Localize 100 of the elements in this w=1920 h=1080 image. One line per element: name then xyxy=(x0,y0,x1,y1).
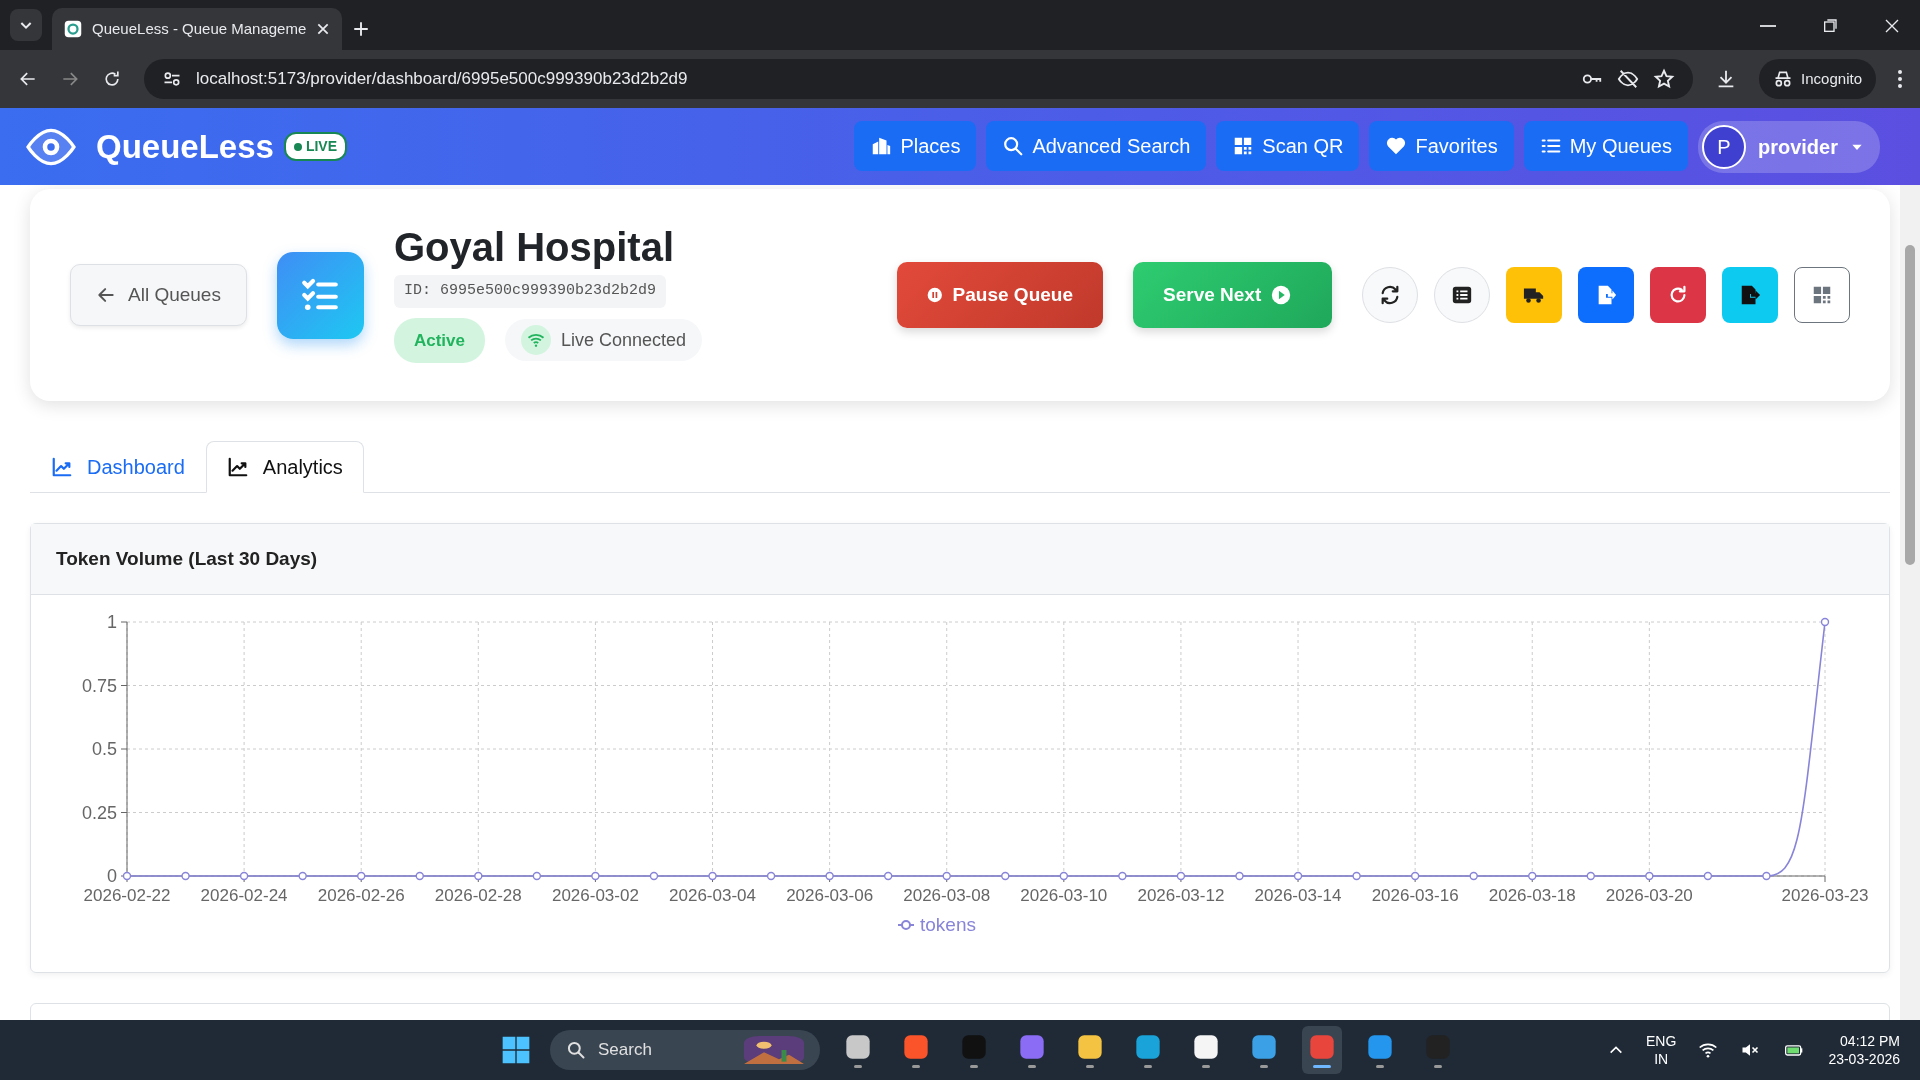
data-point xyxy=(298,871,307,881)
close-icon xyxy=(316,22,330,36)
x-tick-label: 2026-03-20 xyxy=(1605,886,1693,905)
tab[interactable]: Dashboard xyxy=(30,441,206,493)
incognito-icon xyxy=(1773,69,1794,89)
reset-button[interactable] xyxy=(1650,267,1706,323)
x-tick-label: 2026-03-04 xyxy=(669,886,756,905)
x-tick-label: 2026-03-02 xyxy=(551,886,639,905)
favicon-icon xyxy=(64,20,82,38)
windows-start-icon xyxy=(500,1034,532,1066)
clock[interactable]: 04:12 PM 23-03-2026 xyxy=(1828,1031,1900,1069)
data-point xyxy=(1410,871,1420,881)
data-point xyxy=(1645,871,1654,881)
app-icon xyxy=(1250,1032,1278,1061)
data-point xyxy=(1469,871,1478,881)
line-chart-icon xyxy=(51,456,73,478)
live-dot xyxy=(293,142,302,151)
refresh-button[interactable] xyxy=(1362,267,1418,323)
back-button[interactable]: All Queues xyxy=(70,264,247,326)
data-point xyxy=(239,871,249,881)
legend-icon xyxy=(897,920,915,930)
nav-link[interactable]: Scan QR xyxy=(1216,120,1360,171)
queue-id: ID: 6995e500c999390b23d2b2d9 xyxy=(393,275,666,308)
brand-name: QueueLess xyxy=(96,126,274,167)
pause-queue-button[interactable]: Pause Queue xyxy=(897,262,1103,328)
taskbar-search[interactable]: Search xyxy=(550,1030,820,1070)
list-icon xyxy=(1451,284,1473,306)
data-point xyxy=(181,871,190,881)
data-point xyxy=(883,871,893,881)
data-point xyxy=(825,871,834,881)
app-icon xyxy=(1134,1032,1162,1061)
data-point xyxy=(766,871,776,881)
x-tick-label: 2026-02-24 xyxy=(200,886,288,905)
data-point xyxy=(649,871,659,881)
x-tick-label: 2026-02-28 xyxy=(434,886,522,905)
data-point xyxy=(1059,871,1069,881)
x-tick-label: 2026-03-16 xyxy=(1371,886,1459,905)
search-icon xyxy=(566,1040,586,1060)
back-arrow-icon xyxy=(96,285,116,305)
data-point xyxy=(532,871,542,881)
truck-button[interactable] xyxy=(1506,267,1562,323)
y-tick-label: 0 xyxy=(107,866,117,886)
reload-icon xyxy=(102,69,122,89)
nav-link[interactable]: My Queues xyxy=(1523,120,1688,171)
tab[interactable]: Analytics xyxy=(205,441,364,493)
refresh-icon xyxy=(1379,284,1401,306)
qr-code-button[interactable] xyxy=(1794,267,1850,323)
tab-list-button[interactable] xyxy=(10,9,42,41)
data-point xyxy=(1176,871,1186,881)
exit-button[interactable] xyxy=(1722,267,1778,323)
browser-tab[interactable]: QueueLess - Queue Manageme xyxy=(52,8,342,50)
x-tick-label: 2026-03-10 xyxy=(1020,886,1108,905)
app-icon xyxy=(902,1032,930,1061)
data-point xyxy=(1235,871,1244,881)
data-point xyxy=(1352,871,1361,881)
new-tab-icon xyxy=(352,20,370,38)
minimize-icon xyxy=(1760,25,1776,27)
y-tick-label: 0.75 xyxy=(81,675,117,696)
queue-title: Goyal Hospital xyxy=(393,227,675,267)
language-indicator[interactable]: ENG IN xyxy=(1646,1031,1677,1069)
x-tick-label: 2026-03-08 xyxy=(903,886,991,905)
status-badge: Active xyxy=(393,317,485,363)
line-chart-icon xyxy=(226,456,249,478)
address-bar[interactable]: localhost:5173/provider/dashboard/6995e500c999390b23d2b2d9 xyxy=(144,59,1694,99)
user-avatar: P xyxy=(1701,124,1746,169)
pause-icon xyxy=(927,285,943,305)
incognito-button[interactable]: Incognito xyxy=(1759,59,1876,99)
app-icon xyxy=(960,1032,988,1061)
x-tick-label: 2026-03-18 xyxy=(1488,886,1576,905)
search-icon xyxy=(1002,134,1025,157)
data-point xyxy=(1293,871,1303,881)
data-point xyxy=(357,871,366,881)
data-point xyxy=(1528,871,1537,881)
x-tick-label: 2026-03-06 xyxy=(786,886,874,905)
data-point xyxy=(474,871,483,881)
y-tick-label: 0.5 xyxy=(91,739,117,759)
card-title: Token Volume (Last 30 Days) xyxy=(31,524,1889,595)
export-button[interactable] xyxy=(1578,267,1634,323)
nav-link[interactable]: Advanced Search xyxy=(986,120,1207,171)
live-badge: LIVE xyxy=(283,132,348,161)
nav-link[interactable]: Favorites xyxy=(1369,120,1514,171)
data-point xyxy=(122,871,132,881)
app-icon xyxy=(1192,1032,1220,1061)
x-tick-label: 2026-03-23 xyxy=(1781,886,1869,905)
qr-code-icon xyxy=(1811,284,1833,306)
scrollbar[interactable] xyxy=(1900,185,1920,1020)
app-icon xyxy=(1366,1032,1394,1061)
y-tick-label: 1 xyxy=(107,612,117,632)
data-point xyxy=(708,871,717,881)
app-icon xyxy=(1076,1032,1104,1061)
exit-icon xyxy=(1739,284,1761,306)
tab-title: QueueLess - Queue Manageme xyxy=(92,18,306,39)
site-info-icon xyxy=(162,69,182,89)
app-icon xyxy=(844,1032,872,1061)
nav-link[interactable]: Places xyxy=(854,120,977,171)
data-point xyxy=(1762,871,1771,881)
wifi-icon xyxy=(527,331,545,350)
user-menu-button[interactable]: P provider xyxy=(1697,120,1880,173)
list-button[interactable] xyxy=(1434,267,1490,323)
eye-off-icon xyxy=(1617,68,1640,90)
